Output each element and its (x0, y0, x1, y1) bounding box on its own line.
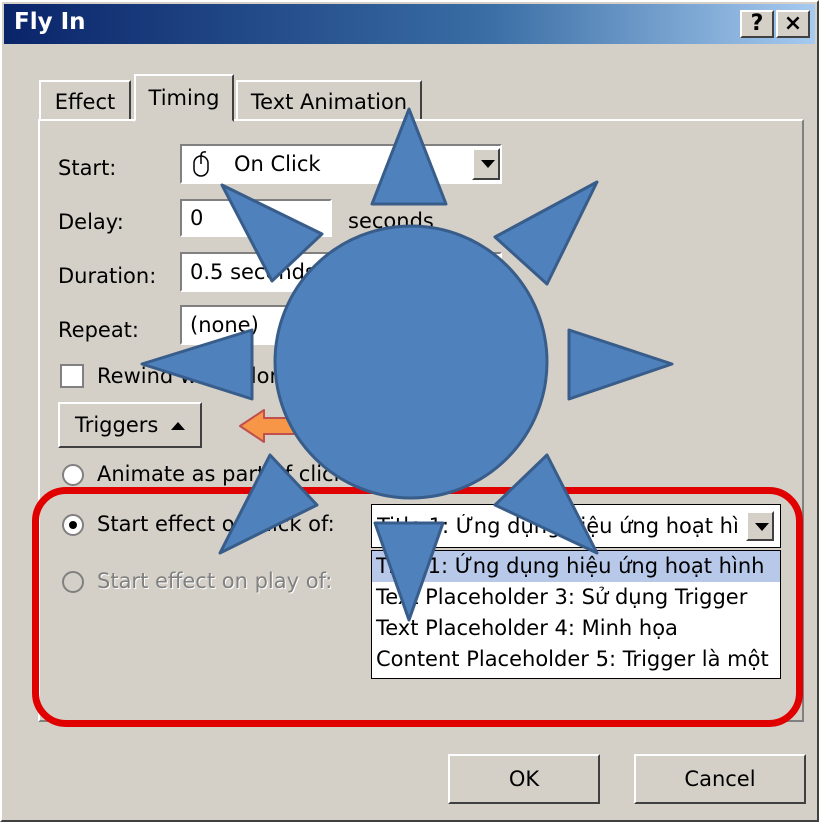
sun-ray-top-left (220, 183, 324, 283)
tab-timing[interactable]: Timing (134, 74, 234, 122)
sun-ray-top (370, 107, 448, 206)
sun-ray-bottom-left (218, 453, 319, 555)
sun-ray-right (567, 328, 674, 401)
fly-in-dialog: Fly In ? × Effect Timing Text Animation … (0, 0, 819, 822)
sun-ray-bottom (373, 521, 445, 622)
tab-timing-label: Timing (148, 86, 220, 110)
sun-circle (273, 224, 549, 500)
sun-shape-overlay (140, 107, 674, 622)
sun-ray-bottom-right (493, 453, 599, 555)
sun-ray-left (140, 328, 254, 401)
